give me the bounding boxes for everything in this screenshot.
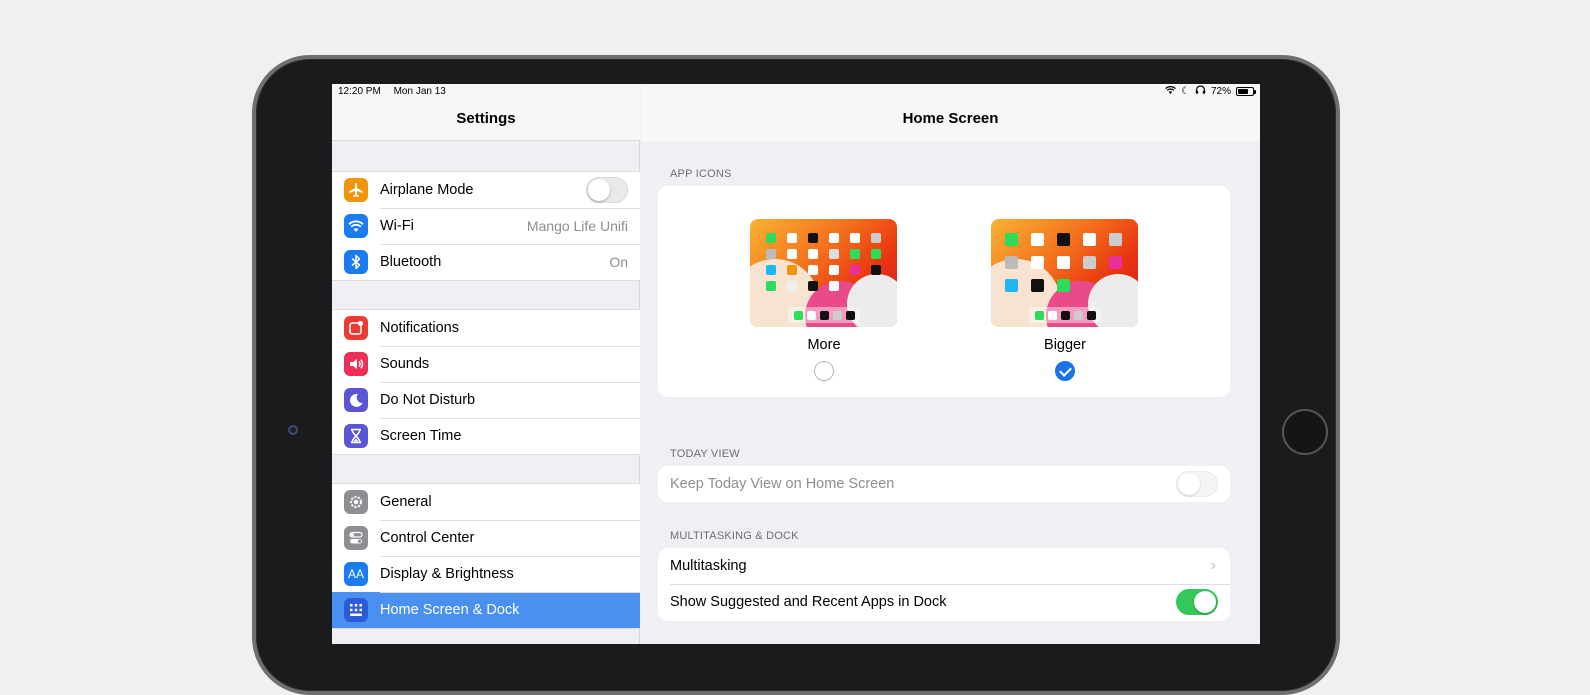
bluetooth-icon [344,250,368,274]
notifications-icon [344,316,368,340]
detail-title: Home Screen [902,110,999,127]
multitasking-label: Multitasking [670,558,747,574]
wifi-icon [344,214,368,238]
front-camera [288,425,298,435]
sidebar-item-screen-time[interactable]: Screen Time [332,418,640,454]
sidebar-item-label: General [380,494,432,510]
settings-sidebar: Settings Airplane Mode Wi-Fi Mango Life … [332,84,640,644]
more-option-label: More [807,337,841,353]
moon-icon [344,388,368,412]
text-size-icon: AA [344,562,368,586]
sidebar-item-label: Wi-Fi [380,218,414,234]
app-icons-option-bigger[interactable]: Bigger [991,219,1139,381]
airplane-icon [344,178,368,202]
ipad-screen: 12:20 PM Mon Jan 13 ☾ 72% Settings Airpl… [332,84,1260,644]
suggested-apps-label: Show Suggested and Recent Apps in Dock [670,594,947,610]
headphones-status-icon [1195,85,1206,97]
keep-today-view-toggle[interactable] [1176,471,1218,497]
sidebar-item-do-not-disturb[interactable]: Do Not Disturb [332,382,640,418]
bigger-preview-thumbnail [991,219,1138,327]
chevron-right-icon: › [1210,557,1216,574]
home-grid-icon [344,598,368,622]
battery-icon [1236,86,1256,96]
battery-percent: 72% [1210,85,1231,97]
sidebar-item-label: Airplane Mode [380,182,474,198]
keep-today-view-label: Keep Today View on Home Screen [670,476,895,492]
moon-status-icon: ☾ [1181,85,1190,97]
sidebar-item-airplane-mode[interactable]: Airplane Mode [332,172,640,208]
sidebar-item-sounds[interactable]: Sounds [332,346,640,382]
today-view-section-label: TODAY VIEW [670,448,740,460]
home-button[interactable] [1282,409,1328,455]
multitasking-section-label: MULTITASKING & DOCK [670,530,799,542]
today-view-card: Keep Today View on Home Screen [658,466,1230,502]
sidebar-item-home-screen-dock[interactable]: Home Screen & Dock [332,592,640,628]
sidebar-item-control-center[interactable]: Control Center [332,520,640,556]
sidebar-item-wifi[interactable]: Wi-Fi Mango Life Unifi [332,208,640,244]
sidebar-item-label: Home Screen & Dock [380,602,520,618]
sidebar-item-label: Do Not Disturb [380,392,476,408]
sidebar-item-label: Display & Brightness [380,566,514,582]
sidebar-item-bluetooth[interactable]: Bluetooth On [332,244,640,280]
sidebar-item-label: Bluetooth [380,254,442,270]
app-icons-option-more[interactable]: More [750,219,898,381]
status-date: Mon Jan 13 [393,85,446,97]
sidebar-item-label: Screen Time [380,428,462,444]
app-icons-card: More Bigger [658,186,1230,397]
multitasking-card: Multitasking › Show Suggested and Recent… [658,548,1230,621]
hourglass-icon [344,424,368,448]
sidebar-group-alerts: Notifications Sounds Do Not Disturb Scre… [332,309,640,455]
status-time: 12:20 PM [338,85,381,97]
bigger-radio-button[interactable] [1055,361,1075,381]
wifi-network-value: Mango Life Unifi [526,218,628,234]
sidebar-item-general[interactable]: General [332,484,640,520]
sidebar-title: Settings [456,110,516,127]
suggested-apps-toggle[interactable] [1176,589,1218,615]
bigger-option-label: Bigger [1044,337,1086,353]
wifi-status-icon [1165,85,1176,97]
more-preview-thumbnail [750,219,897,327]
keep-today-view-row[interactable]: Keep Today View on Home Screen [658,466,1230,502]
status-bar: 12:20 PM Mon Jan 13 ☾ 72% [332,84,1260,98]
bluetooth-value: On [609,254,628,270]
suggested-apps-row[interactable]: Show Suggested and Recent Apps in Dock [658,584,1230,620]
speaker-icon [344,352,368,376]
sidebar-item-display-brightness[interactable]: AA Display & Brightness [332,556,640,592]
gear-icon [344,490,368,514]
detail-pane: Home Screen APP ICONS More Bigger TODAY … [641,84,1260,644]
sidebar-item-label: Control Center [380,530,475,546]
sidebar-group-system: General Control Center AA Display & Brig… [332,483,640,629]
sidebar-item-label: Sounds [380,356,430,372]
sidebar-item-notifications[interactable]: Notifications [332,310,640,346]
switches-icon [344,526,368,550]
sidebar-item-label: Notifications [380,320,459,336]
airplane-mode-toggle[interactable] [586,177,628,203]
sidebar-group-connectivity: Airplane Mode Wi-Fi Mango Life Unifi Blu… [332,171,640,281]
multitasking-row[interactable]: Multitasking › [658,548,1230,584]
more-radio-button[interactable] [814,361,834,381]
app-icons-section-label: APP ICONS [670,168,732,180]
